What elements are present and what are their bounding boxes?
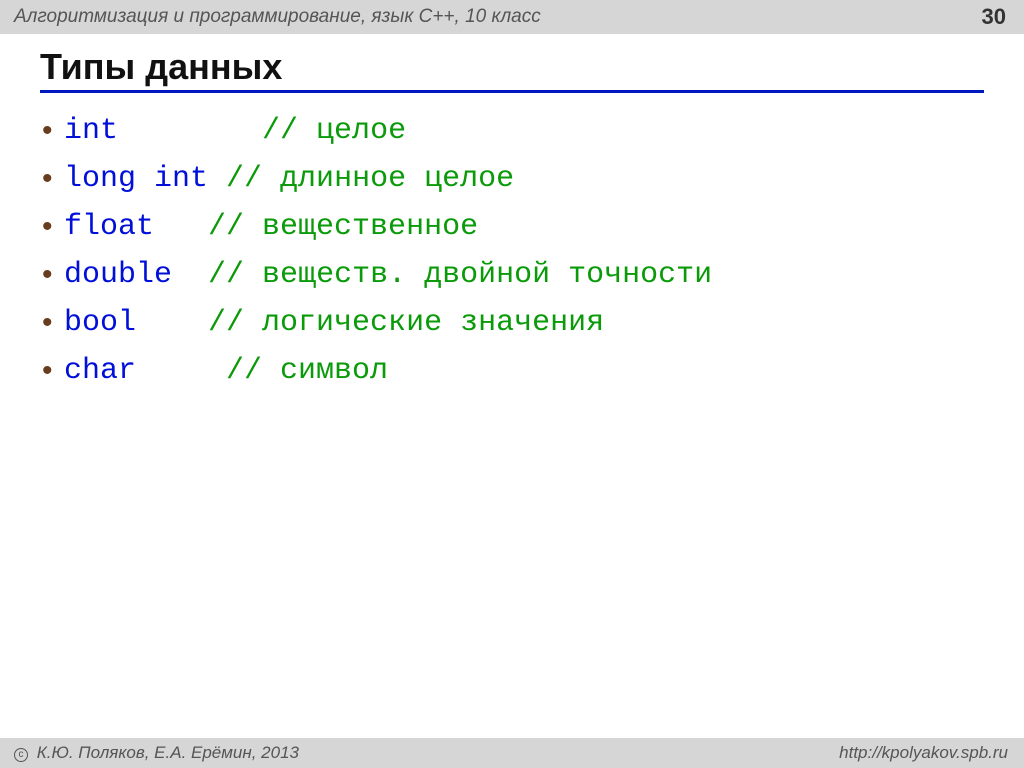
- slide-header: Алгоритмизация и программирование, язык …: [0, 0, 1024, 34]
- bullet-icon: •: [42, 155, 53, 203]
- pad: [136, 354, 208, 388]
- list-item: •bool // логические значения: [64, 299, 984, 347]
- keyword: char: [64, 354, 136, 388]
- footer-url: http://kpolyakov.spb.ru: [839, 743, 1008, 763]
- comment: // веществ. двойной точности: [208, 258, 712, 292]
- comment: // целое: [262, 114, 406, 148]
- keyword: int: [64, 114, 118, 148]
- bullet-icon: •: [42, 107, 53, 155]
- pad: [118, 114, 262, 148]
- pad: [208, 162, 226, 196]
- keyword: double: [64, 258, 172, 292]
- keyword: bool: [64, 306, 136, 340]
- bullet-icon: •: [42, 251, 53, 299]
- copyright-icon: c: [14, 748, 28, 762]
- list-item: •char // символ: [64, 347, 984, 395]
- comment: // длинное целое: [226, 162, 514, 196]
- code-list: •int // целое •long int // длинное целое…: [40, 107, 984, 395]
- page-number: 30: [982, 4, 1006, 30]
- slide-footer: c К.Ю. Поляков, Е.А. Ерёмин, 2013 http:/…: [0, 738, 1024, 768]
- list-item: •int // целое: [64, 107, 984, 155]
- keyword: long int: [64, 162, 208, 196]
- bullet-icon: •: [42, 203, 53, 251]
- copyright: c К.Ю. Поляков, Е.А. Ерёмин, 2013: [14, 743, 299, 763]
- list-item: •double // веществ. двойной точности: [64, 251, 984, 299]
- list-item: •long int // длинное целое: [64, 155, 984, 203]
- pad: [172, 258, 208, 292]
- keyword: float: [64, 210, 154, 244]
- comment: // символ: [208, 354, 388, 388]
- pad: [136, 306, 208, 340]
- pad: [154, 210, 208, 244]
- bullet-icon: •: [42, 299, 53, 347]
- list-item: •float // вещественное: [64, 203, 984, 251]
- course-title: Алгоритмизация и программирование, язык …: [14, 6, 541, 28]
- comment: // логические значения: [208, 306, 604, 340]
- slide-content: Типы данных •int // целое •long int // д…: [0, 34, 1024, 395]
- slide-title: Типы данных: [40, 46, 984, 93]
- comment: // вещественное: [208, 210, 478, 244]
- bullet-icon: •: [42, 347, 53, 395]
